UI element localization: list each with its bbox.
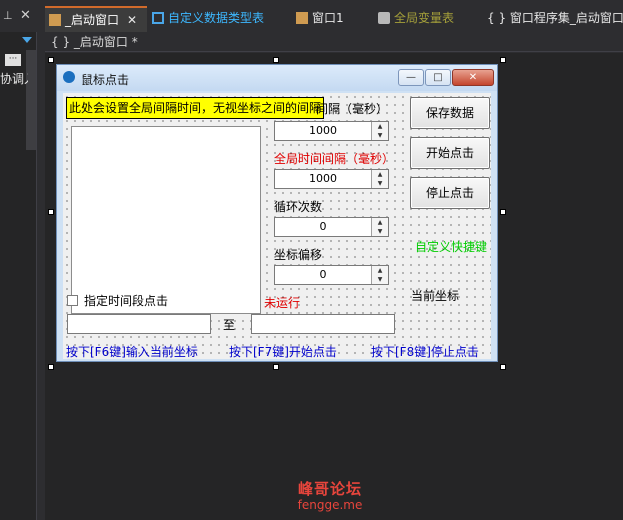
- watermark-cn: 峰哥论坛: [297, 480, 362, 498]
- offset-value: 0: [319, 268, 327, 281]
- tab-program-set[interactable]: { } 窗口程序集_启动窗口: [487, 6, 623, 32]
- braces-icon: { }: [487, 11, 507, 25]
- close-button[interactable]: ✕: [452, 69, 494, 86]
- maximize-button[interactable]: □: [425, 69, 451, 86]
- table-icon: [152, 12, 164, 24]
- form-client-area: 此处会设置全局间隔时间，无视坐标之间的间隔 间隔（毫秒） 1000 ▲ ▼ 全局…: [63, 93, 491, 359]
- window-icon: [296, 12, 308, 24]
- spin-down-icon[interactable]: ▼: [371, 179, 388, 188]
- global-interval-value: 1000: [309, 172, 337, 185]
- left-panel-clipped-text: 协调入: [0, 72, 28, 86]
- interval-label: 间隔（毫秒）: [316, 102, 389, 116]
- to-label: 至: [223, 318, 236, 332]
- resize-handle[interactable]: [48, 364, 54, 370]
- tab-label: 窗口程序集_启动窗口: [509, 11, 623, 25]
- f7-hint: 按下[F7键]开始点击: [229, 345, 337, 359]
- offset-label: 坐标偏移: [274, 248, 323, 262]
- resize-handle[interactable]: [273, 57, 279, 63]
- coordinate-listbox[interactable]: [71, 126, 261, 314]
- tab-custom-datatypes[interactable]: 自定义数据类型表: [150, 6, 264, 32]
- interval-spinbox[interactable]: 1000 ▲ ▼: [274, 121, 389, 141]
- tab-label: 全局变量表: [394, 11, 455, 25]
- loop-count-value: 0: [319, 220, 327, 233]
- document-breadcrumb: { } _启动窗口 *: [45, 32, 623, 52]
- start-click-button[interactable]: 开始点击: [410, 137, 490, 169]
- status-label: 未运行: [264, 296, 301, 310]
- resize-handle[interactable]: [48, 209, 54, 215]
- resize-handle[interactable]: [48, 57, 54, 63]
- interval-value: 1000: [309, 124, 337, 137]
- stop-click-button[interactable]: 停止点击: [410, 177, 490, 209]
- tab-close-icon[interactable]: ✕: [127, 13, 137, 27]
- minimize-button[interactable]: —: [398, 69, 424, 86]
- loop-count-spinbox[interactable]: 0 ▲ ▼: [274, 217, 389, 237]
- global-interval-label: 全局时间间隔（毫秒）: [274, 152, 395, 166]
- resize-handle[interactable]: [500, 209, 506, 215]
- form-titlebar[interactable]: 鼠标点击 — □ ✕: [57, 65, 497, 91]
- panel-close-icon[interactable]: ✕: [20, 8, 31, 23]
- tab-bar: ⊥ ✕ _启动窗口 ✕ 自定义数据类型表 窗口1 全局变量表 { } 窗口程序集_…: [0, 0, 623, 32]
- f8-hint: 按下[F8键]停止点击: [371, 345, 479, 359]
- more-button[interactable]: ···: [5, 54, 21, 66]
- current-coord-label: 当前坐标: [411, 289, 460, 303]
- f6-hint: 按下[F6键]输入当前坐标: [66, 345, 198, 359]
- spin-down-icon[interactable]: ▼: [371, 275, 388, 284]
- tab-label: 窗口1: [312, 11, 344, 25]
- form-window: 鼠标点击 — □ ✕ 此处会设置全局间隔时间，无视坐标之间的间隔 间隔（毫秒） …: [56, 64, 498, 362]
- tab-startup-window[interactable]: _启动窗口 ✕: [45, 6, 147, 32]
- form-title: 鼠标点击: [81, 73, 130, 87]
- tab-label: _启动窗口: [65, 13, 120, 27]
- global-interval-spinbox[interactable]: 1000 ▲ ▼: [274, 169, 389, 189]
- end-time-input[interactable]: [251, 314, 395, 334]
- offset-spinbox[interactable]: 0 ▲ ▼: [274, 265, 389, 285]
- resize-handle[interactable]: [500, 57, 506, 63]
- time-range-label: 指定时间段点击: [84, 294, 169, 308]
- tooltip-label: 此处会设置全局间隔时间，无视坐标之间的间隔: [66, 97, 325, 119]
- resize-handle[interactable]: [273, 364, 279, 370]
- spin-down-icon[interactable]: ▼: [371, 131, 388, 140]
- left-panel-scrollbar[interactable]: [26, 50, 36, 150]
- save-data-button[interactable]: 保存数据: [410, 97, 490, 129]
- custom-hotkey-link[interactable]: 自定义快捷键: [415, 238, 487, 255]
- loop-count-label: 循环次数: [274, 200, 323, 214]
- spin-down-icon[interactable]: ▼: [371, 227, 388, 236]
- variable-icon: [378, 12, 390, 24]
- start-time-input[interactable]: [67, 314, 211, 334]
- pin-icon[interactable]: ⊥: [3, 9, 13, 22]
- window-icon: [49, 14, 61, 26]
- app-icon: [63, 71, 75, 83]
- dropdown-arrow-icon[interactable]: [22, 37, 32, 43]
- tab-window1[interactable]: 窗口1: [296, 6, 344, 32]
- time-range-checkbox[interactable]: [67, 295, 78, 306]
- resize-handle[interactable]: [500, 364, 506, 370]
- watermark-en: fengge.me: [297, 498, 363, 512]
- tab-label: 自定义数据类型表: [168, 11, 265, 25]
- tab-global-variables[interactable]: 全局变量表: [378, 6, 454, 32]
